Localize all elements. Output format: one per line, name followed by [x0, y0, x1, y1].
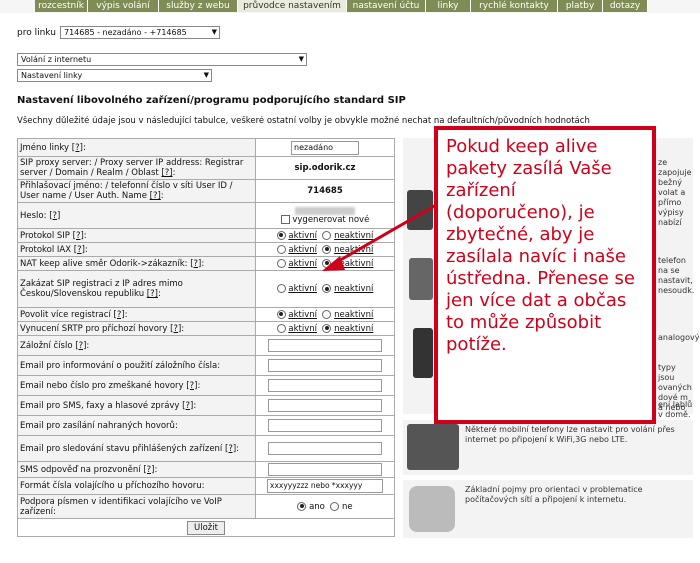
- callout-arrow-line: [329, 203, 437, 268]
- callout-arrow: [322, 203, 437, 271]
